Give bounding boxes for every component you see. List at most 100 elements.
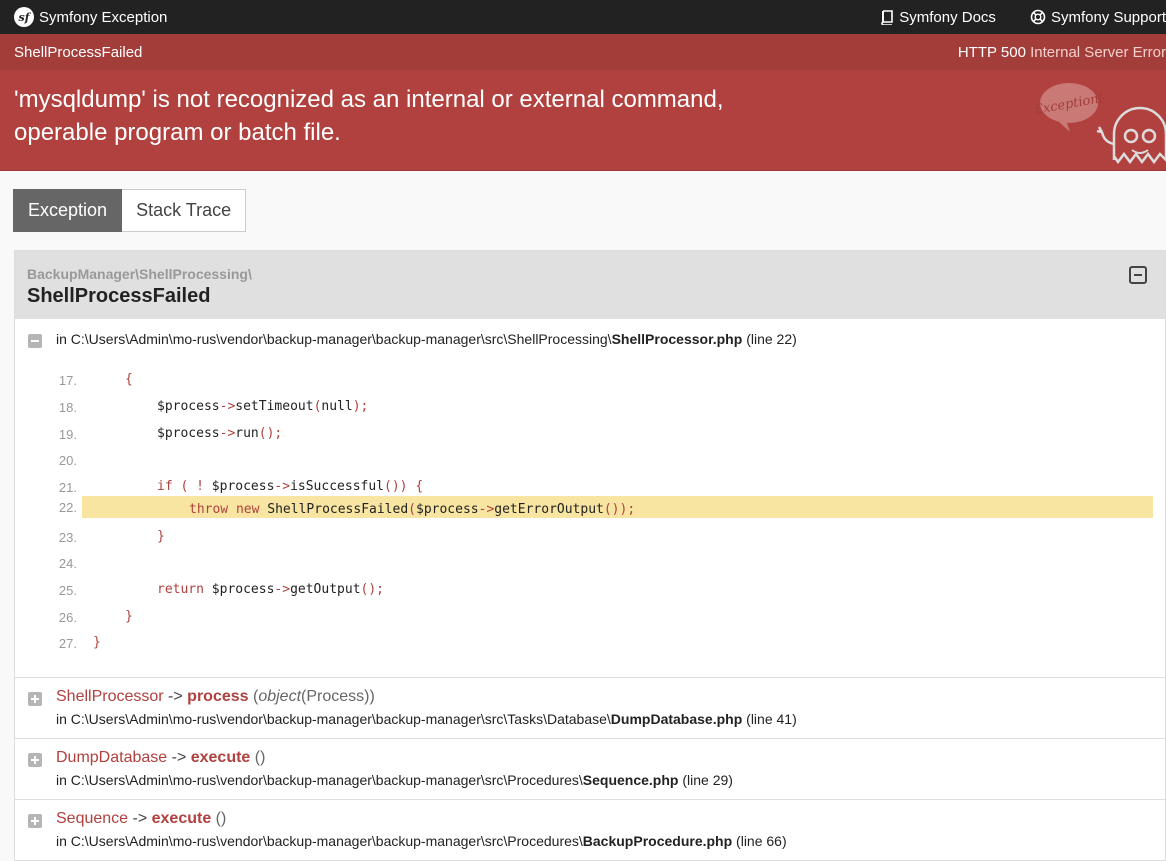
code-line: 23.}	[15, 526, 1165, 548]
code-line-number: 24.	[58, 556, 77, 571]
code-line: 19. $process->run();	[15, 423, 1165, 445]
code-line-source: return $process->getOutput();	[157, 582, 385, 597]
code-line-number: 21.	[58, 480, 77, 495]
trace-location: in C:\Users\Admin\mo-rus\vendor\backup-m…	[56, 833, 787, 849]
trace-location: in C:\Users\Admin\mo-rus\vendor\backup-m…	[56, 772, 733, 788]
code-line: 20.	[15, 449, 1165, 471]
code-line-source: }	[93, 635, 101, 650]
trace-args: (object(Process))	[253, 688, 375, 705]
expand-icon[interactable]	[28, 753, 42, 767]
trace-class[interactable]: Sequence	[56, 810, 128, 827]
code-line-source: $process->setTimeout(null);	[157, 399, 369, 414]
trace-location: in C:\Users\Admin\mo-rus\vendor\backup-m…	[56, 711, 797, 727]
brand[interactable]: sf Symfony Exception	[0, 7, 167, 27]
location-line: (line 22)	[746, 331, 797, 347]
code-line-source: if ( ! $process->isSuccessful()) {	[157, 479, 424, 494]
trace-class[interactable]: ShellProcessor	[56, 688, 164, 705]
trace-file: DumpDatabase.php	[610, 711, 743, 727]
code-line-source: throw new ShellProcessFailed($process->g…	[189, 502, 636, 517]
code-line: 18. $process->setTimeout(null);	[15, 396, 1165, 418]
code-line-number: 22.	[58, 500, 77, 515]
trace-args: ()	[254, 749, 266, 766]
trace-file: BackupProcedure.php	[582, 833, 733, 849]
code-line-number: 20.	[58, 453, 77, 468]
trace-arrow: ->	[128, 810, 152, 827]
tab-exception[interactable]: Exception	[13, 189, 123, 232]
code-line-source: }	[125, 609, 133, 624]
trace-class[interactable]: DumpDatabase	[56, 749, 167, 766]
location-path: in C:\Users\Admin\mo-rus\vendor\backup-m…	[56, 331, 612, 347]
top-navbar: sf Symfony Exception Symfony Docs Symfon…	[0, 0, 1166, 34]
code-line: 25. return $process->getOutput();	[15, 579, 1165, 601]
trace-line: (line 29)	[682, 772, 733, 788]
symfony-logo-icon: sf	[14, 7, 34, 27]
symfony-docs-label: Symfony Docs	[899, 8, 996, 26]
collapse-trace-icon[interactable]	[28, 334, 42, 348]
expand-icon[interactable]	[28, 814, 42, 828]
code-line-number: 23.	[58, 530, 77, 545]
brand-title: Symfony Exception	[39, 8, 168, 26]
code-line-number: 19.	[58, 427, 77, 442]
exception-class-name: ShellProcessFailed	[14, 43, 143, 61]
trace-call: DumpDatabase -> execute ()	[56, 749, 265, 767]
http-status-text: Internal Server Error	[1030, 43, 1166, 61]
trace-path: in C:\Users\Admin\mo-rus\vendor\backup-m…	[56, 711, 611, 727]
exception-message-line-1: 'mysqldump' is not recognized as an inte…	[14, 86, 724, 113]
http-status: HTTP 500 Internal Server Error	[958, 44, 1166, 61]
lifebuoy-icon	[1030, 9, 1046, 25]
tab-stack-trace[interactable]: Stack Trace	[122, 189, 247, 232]
status-bar: ShellProcessFailed HTTP 500 Internal Ser…	[0, 34, 1166, 70]
exception-header: 'mysqldump' is not recognized as an inte…	[0, 70, 1166, 171]
code-line-number: 26.	[58, 610, 77, 625]
trace-args: ()	[215, 810, 227, 827]
top-links: Symfony Docs Symfony Support	[846, 9, 1166, 26]
exception-message-line-2: operable program or batch file.	[14, 119, 341, 146]
book-icon	[881, 9, 894, 25]
symfony-docs-link[interactable]: Symfony Docs	[880, 9, 996, 26]
code-line: 27.}	[15, 632, 1165, 654]
code-line: 24.	[15, 552, 1165, 574]
exception-ghost-icon: Exception!	[1036, 83, 1166, 165]
trace-call: Sequence -> execute ()	[56, 810, 226, 828]
code-line: 26.}	[15, 606, 1165, 628]
symfony-support-link[interactable]: Symfony Support	[1030, 9, 1166, 26]
code-line-source: {	[125, 372, 133, 387]
stack-trace-item: ShellProcessor -> process (object(Proces…	[15, 677, 1165, 738]
exception-message: 'mysqldump' is not recognized as an inte…	[14, 83, 774, 149]
stack-trace-item: Sequence -> execute () in C:\Users\Admin\…	[15, 799, 1165, 860]
exception-panel: BackupManager\ShellProcessing\ ShellProc…	[14, 250, 1166, 861]
exception-namespace: BackupManager\ShellProcessing\	[27, 266, 252, 282]
highlighted-code-line: 22. throw new ShellProcessFailed($process…	[15, 496, 1165, 518]
trace-arrow: ->	[163, 688, 188, 705]
exception-panel-header: BackupManager\ShellProcessing\ ShellProc…	[15, 251, 1165, 319]
exception-class-title: ShellProcessFailed	[27, 285, 211, 307]
trace-method: execute	[151, 810, 212, 827]
http-status-code: HTTP 500	[957, 43, 1026, 61]
expand-icon[interactable]	[28, 692, 42, 706]
trace-line: (line 41)	[746, 711, 797, 727]
code-line: 21. if ( ! $process->isSuccessful()) {	[15, 476, 1165, 498]
code-line-source: }	[157, 529, 165, 544]
exception-location: in C:\Users\Admin\mo-rus\vendor\backup-m…	[56, 331, 797, 347]
trace-line: (line 66)	[736, 833, 787, 849]
trace-method: process	[187, 688, 249, 705]
code-line-number: 17.	[58, 373, 77, 388]
trace-args-value: (Process)	[301, 688, 370, 705]
code-line-source: $process->run();	[157, 426, 283, 441]
trace-call: ShellProcessor -> process (object(Proces…	[56, 688, 375, 706]
code-line-number: 18.	[58, 400, 77, 415]
exception-tabs: Exception Stack Trace	[13, 189, 247, 232]
trace-file: Sequence.php	[582, 772, 679, 788]
trace-path: in C:\Users\Admin\mo-rus\vendor\backup-m…	[56, 833, 583, 849]
trace-method: execute	[190, 749, 251, 766]
code-line-number: 25.	[58, 583, 77, 598]
collapse-toggle-icon[interactable]	[1129, 266, 1147, 284]
code-line: 17. {	[15, 369, 1165, 391]
code-line-number: 27.	[58, 636, 77, 651]
location-file: ShellProcessor.php	[611, 331, 743, 347]
trace-path: in C:\Users\Admin\mo-rus\vendor\backup-m…	[56, 772, 583, 788]
stack-trace-item: DumpDatabase -> execute () in C:\Users\Ad…	[15, 738, 1165, 799]
trace-args-type: object	[258, 688, 302, 705]
trace-arrow: ->	[167, 749, 191, 766]
symfony-support-label: Symfony Support	[1050, 8, 1166, 26]
